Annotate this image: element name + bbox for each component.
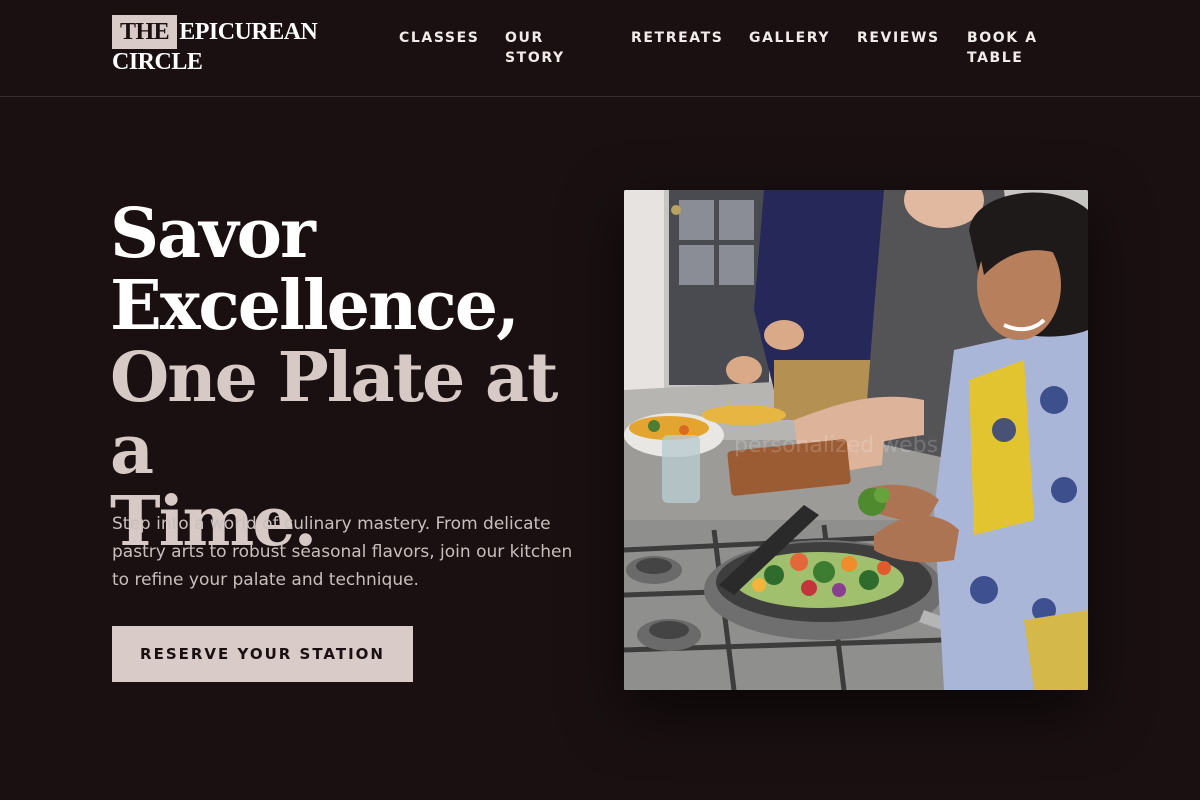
site-header: THE EPICUREAN CIRCLE CLASSES OUR STORY RE… — [0, 0, 1200, 97]
nav-item-our-story[interactable]: OUR STORY — [505, 28, 585, 68]
hero-title-line-3: One Plate at a — [110, 338, 558, 490]
nav-item-reviews[interactable]: REVIEWS — [857, 28, 947, 48]
nav-item-classes[interactable]: CLASSES — [399, 28, 479, 48]
hero-title-line-2: Excellence, — [110, 266, 520, 346]
nav-item-gallery[interactable]: GALLERY — [749, 28, 839, 48]
nav-item-book-a-table[interactable]: BOOK A TABLE — [967, 28, 1052, 68]
main-nav: CLASSES OUR STORY RETREATS GALLERY REVIE… — [0, 28, 1200, 78]
hero-description: Step into a world of culinary mastery. F… — [112, 514, 573, 590]
hero-title: Savor Excellence, One Plate at a Time. — [110, 198, 600, 558]
hero-title-line-1: Savor — [110, 194, 316, 274]
reserve-station-button[interactable]: RESERVE YOUR STATION — [112, 626, 413, 682]
nav-item-retreats[interactable]: RETREATS — [631, 28, 726, 48]
photo-watermark: personalized webs — [734, 433, 938, 458]
hero-cooking-photo: personalized webs — [624, 190, 1088, 690]
